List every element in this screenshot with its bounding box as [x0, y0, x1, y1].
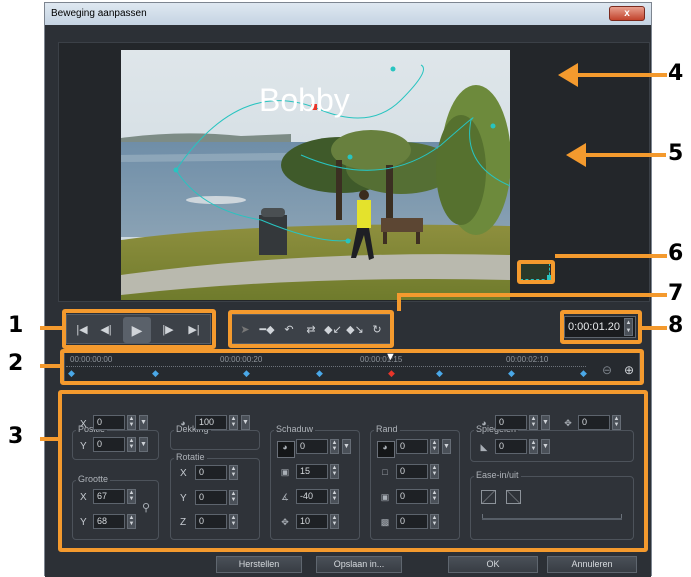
- callout-number-4: 4: [668, 61, 684, 86]
- callout-number-2: 2: [8, 351, 24, 376]
- callout-box-3: [58, 390, 648, 552]
- callout-box-7: [228, 310, 394, 348]
- callout-number-5: 5: [668, 141, 684, 166]
- callout-box-1: [62, 309, 216, 349]
- callout-box-8: [560, 310, 642, 344]
- cancel-button[interactable]: Annuleren: [547, 556, 637, 573]
- video-preview[interactable]: Bobby: [121, 50, 510, 300]
- callout-line-7: [397, 293, 667, 297]
- callout-line-7-drop: [397, 293, 401, 311]
- callout-box-6: [517, 260, 555, 284]
- callout-line-4: [577, 73, 667, 77]
- overlay-title-text[interactable]: Bobby: [259, 82, 350, 119]
- title-bar: Beweging aanpassen x: [45, 3, 651, 25]
- callout-number-3: 3: [8, 424, 24, 449]
- callout-line-3: [40, 437, 58, 441]
- callout-arrow-5: [566, 143, 586, 167]
- reset-button[interactable]: Herstellen: [216, 556, 302, 573]
- callout-number-8: 8: [668, 313, 684, 338]
- callout-number-7: 7: [668, 281, 684, 306]
- callout-number-1: 1: [8, 313, 24, 338]
- callout-line-6: [555, 254, 667, 258]
- callout-line-2: [40, 364, 60, 368]
- callout-arrow-4: [558, 63, 578, 87]
- close-button[interactable]: x: [609, 6, 645, 21]
- save-to-button[interactable]: Opslaan in...: [316, 556, 402, 573]
- callout-box-2: [60, 349, 644, 385]
- callout-line-5: [578, 153, 666, 157]
- ok-button[interactable]: OK: [448, 556, 538, 573]
- callout-line-1: [40, 326, 62, 330]
- window-title: Beweging aanpassen: [51, 8, 147, 19]
- callout-line-8: [642, 326, 667, 330]
- callout-number-6: 6: [668, 241, 684, 266]
